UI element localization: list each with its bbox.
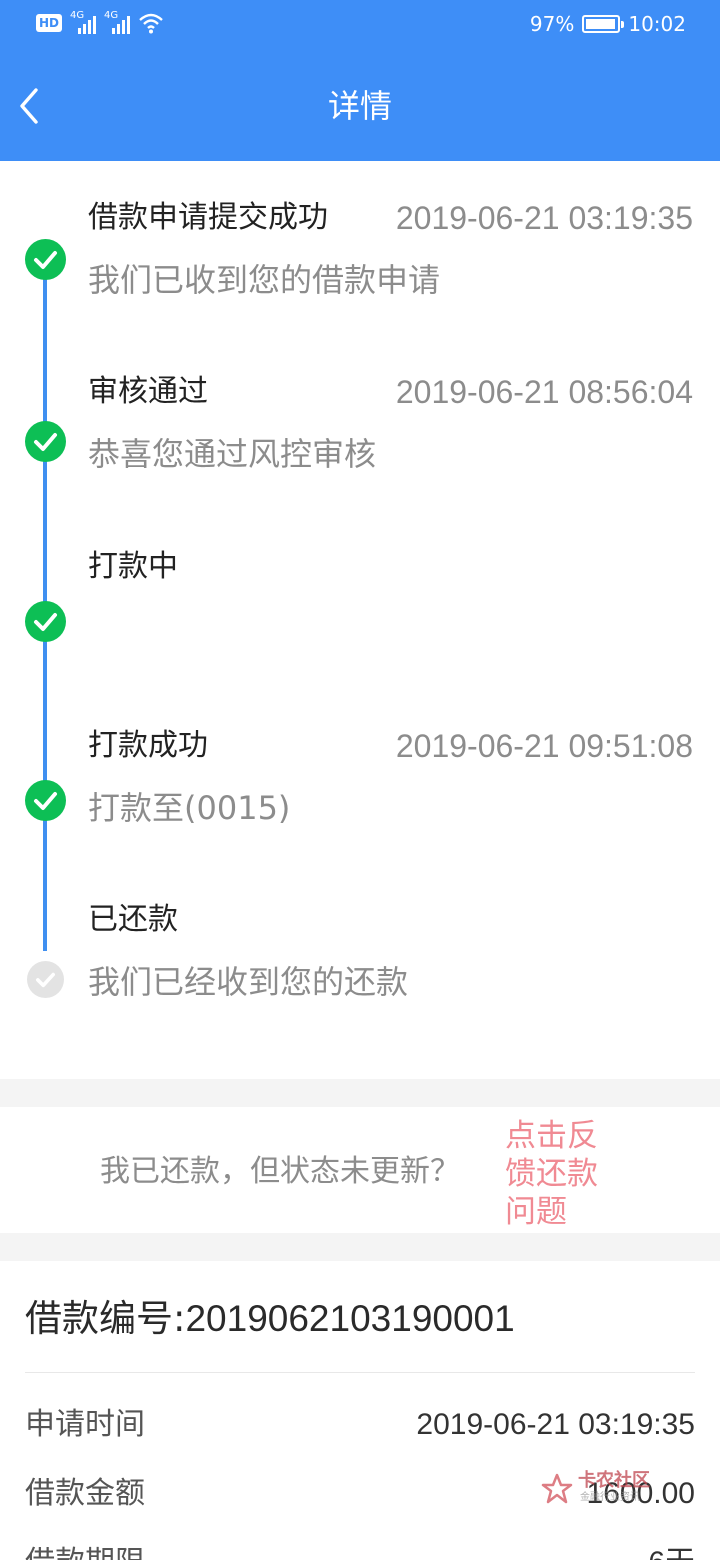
feedback-link-line: 馈还款 <box>505 1156 598 1192</box>
status-timeline: 借款申请提交成功 2019-06-21 03:19:35 我们已收到您的借款申请… <box>0 161 720 1079</box>
step-time: 2019-06-21 09:51:08 <box>395 728 693 764</box>
detail-value: 2019-06-21 03:19:35 <box>416 1408 695 1441</box>
detail-row: 借款期限 6天 <box>25 1543 695 1560</box>
status-bar-left: HD 4G 4G <box>36 10 164 34</box>
step-description: 我们已收到您的借款申请 <box>88 261 441 299</box>
wifi-icon <box>139 13 163 34</box>
network-label: 4G <box>70 10 85 21</box>
watermark: 卡农社区 金融行业资讯 <box>540 1470 665 1510</box>
signal-icon-2: 4G <box>104 10 131 34</box>
hd-badge: HD <box>36 14 63 32</box>
watermark-text: 卡农社区 <box>578 1470 650 1491</box>
divider <box>25 1372 695 1373</box>
step-title: 打款中 <box>88 549 178 584</box>
check-icon <box>25 601 66 642</box>
feedback-link-line: 点击反 <box>505 1118 598 1154</box>
step-title: 打款成功 <box>88 728 208 763</box>
loan-number-value: 2019062103190001 <box>185 1298 515 1339</box>
check-icon <box>27 961 64 998</box>
loan-number-label: 借款编号: <box>25 1297 186 1340</box>
battery-icon <box>582 15 625 33</box>
clock: 10:02 <box>628 12 686 36</box>
signal-icon: 4G <box>70 10 97 34</box>
step-description: 恭喜您通过风控审核 <box>88 435 377 473</box>
feedback-link[interactable]: 点击反 馈还款 问题 <box>505 1117 615 1231</box>
watermark-subtext: 金融行业资讯 <box>580 1492 640 1503</box>
watermark-logo-icon <box>541 1473 573 1504</box>
feedback-bar: 我已还款，但状态未更新？ 点击反 馈还款 问题 <box>0 1107 720 1233</box>
step-description: 我们已经收到您的还款 <box>88 963 409 1001</box>
check-icon <box>25 421 66 462</box>
detail-label: 借款金额 <box>25 1476 145 1511</box>
battery-fill <box>586 19 616 29</box>
feedback-prompt: 我已还款，但状态未更新？ <box>100 1154 460 1189</box>
page-title: 详情 <box>327 87 392 125</box>
section-gap <box>0 1233 720 1261</box>
detail-row: 申请时间 2019-06-21 03:19:35 <box>25 1405 695 1445</box>
battery-percent: 97% <box>529 12 575 36</box>
section-gap <box>0 1079 720 1107</box>
check-icon <box>25 780 66 821</box>
check-icon <box>25 239 66 280</box>
step-time: 2019-06-21 08:56:04 <box>395 374 693 410</box>
status-bar: HD 4G 4G 97% 10:02 <box>0 0 720 52</box>
step-time: 2019-06-21 03:19:35 <box>395 200 693 236</box>
step-description: 打款至(0015) <box>88 789 291 827</box>
step-title: 已还款 <box>88 902 178 937</box>
network-label-2: 4G <box>104 10 119 21</box>
loan-number: 借款编号:2019062103190001 <box>25 1295 515 1343</box>
feedback-link-line: 问题 <box>505 1194 567 1230</box>
loan-details: 借款编号:2019062103190001 申请时间 2019-06-21 03… <box>0 1261 720 1560</box>
detail-value: 6天 <box>648 1543 695 1560</box>
detail-label: 借款期限 <box>25 1543 145 1560</box>
step-title: 借款申请提交成功 <box>88 200 328 235</box>
status-bar-right: 97% 10:02 <box>530 12 686 36</box>
step-title: 审核通过 <box>88 374 208 409</box>
detail-label: 申请时间 <box>25 1407 145 1442</box>
app-header: HD 4G 4G 97% 10:02 详情 <box>0 0 720 161</box>
